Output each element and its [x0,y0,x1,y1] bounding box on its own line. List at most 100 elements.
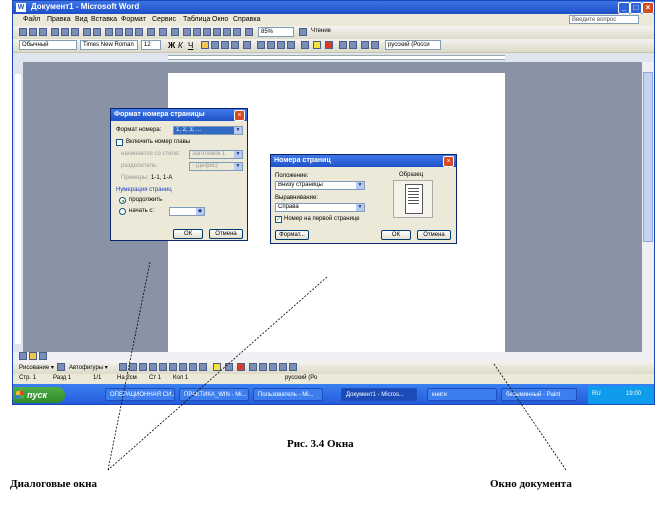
borders-icon[interactable] [301,41,309,49]
font-combo[interactable]: Times New Roman [80,40,138,50]
chapter-style-select[interactable]: Заголовок 1 ▼ [189,150,243,159]
format-button[interactable]: Формат... [275,230,309,240]
print-layout-icon[interactable] [29,352,37,360]
insert-excel-icon[interactable] [203,28,211,36]
close-icon[interactable]: × [443,156,454,167]
menu-view[interactable]: Вид [75,16,88,23]
start-at-radio[interactable] [119,208,126,215]
vertical-scrollbar[interactable] [642,62,654,352]
print-preview-icon[interactable] [71,28,79,36]
close-icon[interactable]: × [234,110,245,121]
columns-icon[interactable] [213,28,221,36]
superscript-icon[interactable] [361,41,369,49]
diagram-icon[interactable] [179,363,187,371]
subscript-icon[interactable] [371,41,379,49]
italic-icon[interactable]: К [178,41,183,50]
hyperlink-icon[interactable] [171,28,179,36]
drawing-menu[interactable]: Рисование ▾ [19,364,54,371]
bold-icon[interactable]: Ж [168,41,175,50]
ok-button[interactable]: ОК [173,229,203,239]
increase-indent-icon[interactable] [287,41,295,49]
cancel-button[interactable]: Отмена [209,229,243,239]
research-icon[interactable] [93,28,101,36]
tables-borders-icon[interactable] [183,28,191,36]
close-icon[interactable]: × [642,2,654,14]
help-icon[interactable] [299,28,307,36]
new-document-icon[interactable] [19,28,27,36]
select-objects-icon[interactable] [57,363,65,371]
start-button[interactable]: пуск [13,387,65,403]
permission-icon[interactable] [51,28,59,36]
line-style-icon[interactable] [249,363,257,371]
zoom-combo[interactable]: 85% [258,27,294,37]
text-color-icon[interactable] [237,363,245,371]
first-page-checkbox[interactable]: ✓ [275,216,282,223]
task-item[interactable]: ОПЕРАЦИОННАЯ СИ... [105,388,175,401]
normal-view-icon[interactable] [19,352,27,360]
redo-icon[interactable] [159,28,167,36]
undo-icon[interactable] [147,28,155,36]
style-combo[interactable]: Обычный [19,40,77,50]
bullets-icon[interactable] [267,41,275,49]
menu-edit[interactable]: Правка [47,16,71,23]
numbering-icon[interactable] [257,41,265,49]
reading-button[interactable]: Чтение [311,28,331,34]
line-color-icon[interactable] [225,363,233,371]
horizontal-scrollbar[interactable] [13,352,654,361]
print-icon[interactable] [61,28,69,36]
align-center-icon[interactable] [211,41,219,49]
include-chapter-checkbox[interactable] [116,139,123,146]
align-left-icon[interactable] [201,41,209,49]
format-select[interactable]: 1, 2, 3, ... ▼ [173,126,243,135]
decrease-indent-icon[interactable] [277,41,285,49]
ok-button[interactable]: ОК [381,230,411,240]
position-select[interactable]: Внизу страницы ▼ [275,181,365,190]
menu-file[interactable]: Файл [23,16,40,23]
font-color-icon[interactable] [325,41,333,49]
menu-window[interactable]: Окно [212,16,228,23]
copy-icon[interactable] [115,28,123,36]
start-at-spinner[interactable]: ◆ [169,207,205,216]
task-item[interactable]: книги [427,388,497,401]
paste-icon[interactable] [125,28,133,36]
underline-icon[interactable]: Ч [188,41,193,50]
picture-icon[interactable] [199,363,207,371]
alignment-select[interactable]: Справа ▼ [275,203,365,212]
grow-font-icon[interactable] [339,41,347,49]
menu-help[interactable]: Справка [233,16,260,23]
help-search-input[interactable]: Введите вопрос [569,15,639,24]
justify-icon[interactable] [231,41,239,49]
task-item[interactable]: Пользователь - Mi... [253,388,323,401]
horizontal-ruler[interactable] [13,53,654,62]
format-painter-icon[interactable] [135,28,143,36]
oval-icon[interactable] [149,363,157,371]
menu-tools[interactable]: Сервис [152,16,176,23]
3d-icon[interactable] [289,363,297,371]
scroll-thumb[interactable] [643,72,653,242]
shrink-font-icon[interactable] [349,41,357,49]
task-item[interactable]: безымянный - Paint [501,388,577,401]
task-item-active[interactable]: Документ1 - Micros... [341,388,417,401]
menu-format[interactable]: Формат [121,16,146,23]
wordart-icon[interactable] [169,363,177,371]
cancel-button[interactable]: Отмена [417,230,451,240]
drawing-icon[interactable] [223,28,231,36]
open-icon[interactable] [29,28,37,36]
spelling-icon[interactable] [83,28,91,36]
textbox-icon[interactable] [159,363,167,371]
outline-view-icon[interactable] [39,352,47,360]
font-size-combo[interactable]: 12 [141,40,161,50]
align-right-icon[interactable] [221,41,229,49]
menu-table[interactable]: Таблица [183,16,210,23]
show-hide-icon[interactable] [245,28,253,36]
document-map-icon[interactable] [233,28,241,36]
menu-insert[interactable]: Вставка [91,16,117,23]
insert-table-icon[interactable] [193,28,201,36]
vertical-ruler[interactable] [13,62,23,352]
separator-select[interactable]: - (дефис) ▼ [189,162,243,171]
word-app-icon[interactable]: W [16,3,26,12]
save-icon[interactable] [39,28,47,36]
dash-style-icon[interactable] [259,363,267,371]
rectangle-icon[interactable] [139,363,147,371]
language-indicator[interactable]: RU [592,391,601,397]
